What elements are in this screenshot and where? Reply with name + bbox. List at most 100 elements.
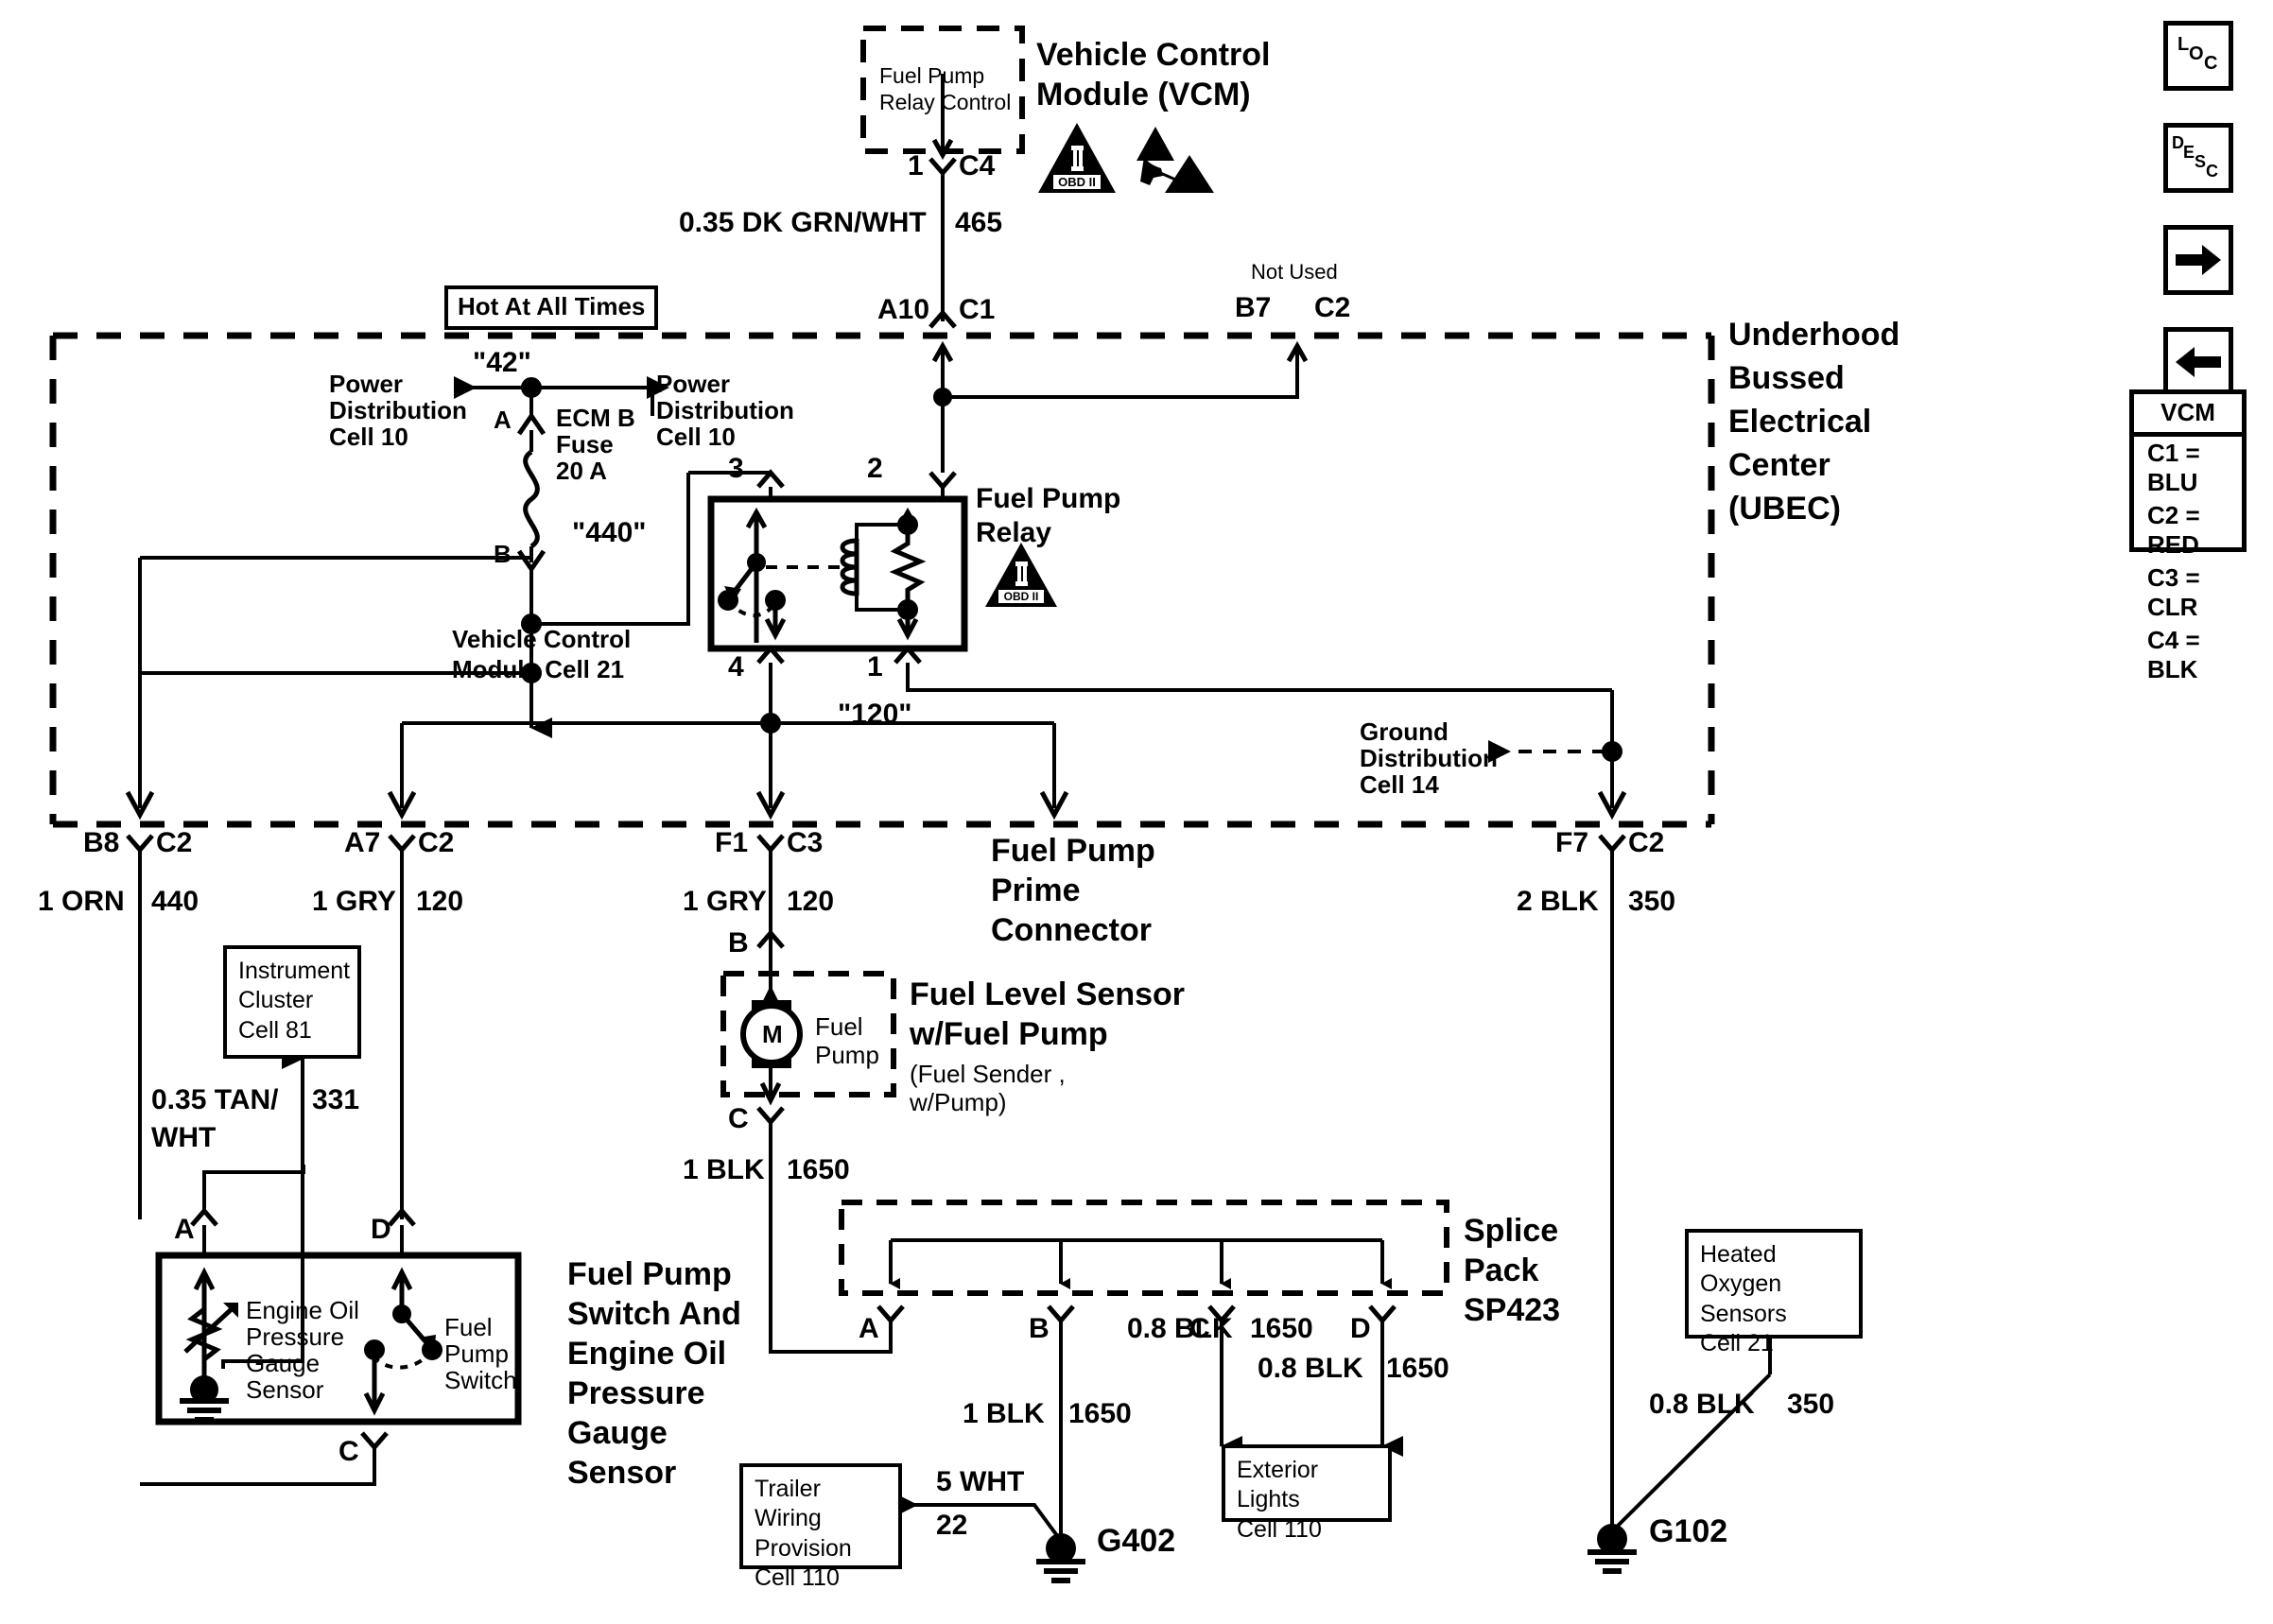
trailer-wiring-line1: Trailer Wiring (755, 1476, 822, 1532)
vcm-cell21-line2: Module Cell 21 (452, 655, 625, 683)
desc-button[interactable]: D E S C (2163, 123, 2233, 193)
splice-pack-line1: Splice (1464, 1213, 1559, 1249)
c2-connector-label-top: C2 (1314, 292, 1351, 323)
fuel-level-sensor-pin-b: B (728, 927, 749, 959)
relay-pin-2-label: 2 (867, 453, 883, 484)
ground-g102-label: G102 (1649, 1513, 1728, 1549)
splice-120-label: "120" (838, 699, 912, 730)
splice-42-label: "42" (473, 347, 531, 378)
relay-name-line2: Relay (976, 517, 1052, 548)
wire-f7-number: 350 (1628, 886, 1676, 917)
c1-connector-label: C1 (959, 294, 996, 325)
fuse-pin-a-label: A (494, 406, 512, 434)
loc-button[interactable]: L O C (2163, 21, 2233, 91)
oil-pressure-sensor-line3: Gauge (246, 1349, 321, 1377)
ubec-name-line1: Underhood (1728, 317, 1900, 353)
tan-wht-wire-line2: WHT (151, 1122, 217, 1153)
fuse-rating-label: 20 A (556, 457, 607, 485)
fp-switch-pin-a: A (174, 1214, 195, 1245)
vcm-legend-row-c3: C3 = CLR (2147, 563, 2200, 621)
splice-pin-d: D (1350, 1313, 1371, 1344)
svg-text:O: O (2189, 43, 2204, 64)
fuel-pump-switch-line2: Pump (444, 1339, 509, 1368)
vcm-legend-row-c4: C4 = BLK (2147, 626, 2200, 683)
vcm-title-line2: Module (VCM) (1036, 77, 1251, 112)
svg-text:L: L (2178, 34, 2189, 55)
o2-wire-spec: 0.8 BLK (1649, 1389, 1755, 1420)
fuel-level-sensor-sub-line1: (Fuel Sender , (910, 1060, 1066, 1088)
fuse-name-line1: ECM B (556, 404, 635, 432)
ground-dist-line1: Ground (1360, 717, 1449, 746)
splice-440-label: "440" (572, 517, 647, 548)
vcm-pin-number: 1 (908, 150, 924, 181)
fp-switch-pin-c: C (338, 1436, 359, 1467)
svg-text:OBD II: OBD II (1004, 590, 1039, 603)
splice-pack-line3: SP423 (1464, 1292, 1561, 1328)
a10-pin-label: A10 (877, 294, 930, 325)
ground-g402-label: G402 (1097, 1523, 1176, 1559)
instrument-cluster-line3: Cell 81 (238, 1016, 312, 1044)
prime-connector-line3: Connector (991, 912, 1152, 948)
exterior-lights-cell-box: Exterior Lights Cell 110 (1222, 1444, 1392, 1543)
relay-pin-3-label: 3 (728, 453, 744, 484)
heated-oxygen-cell-box: Heated Oxygen Sensors Cell 21 (1685, 1229, 1863, 1356)
splice-wire-b-number: 1650 (1068, 1398, 1132, 1429)
arrow-right-icon (2176, 245, 2221, 275)
power-dist-left-line2: Distribution (329, 396, 467, 424)
wire-f7-spec: 2 BLK (1517, 886, 1599, 917)
wire-f1-number: 120 (787, 886, 835, 917)
connector-a7-conn: C2 (418, 827, 455, 858)
heated-o2-line3: Cell 21 (1700, 1329, 1774, 1356)
vcm-wire-number: 465 (955, 207, 1003, 238)
connector-b8-conn: C2 (156, 827, 193, 858)
ground-dist-line3: Cell 14 (1360, 770, 1439, 799)
tan-wht-wire-line1: 0.35 TAN/ (151, 1084, 279, 1115)
fp-switch-title-line5: Gauge (567, 1415, 668, 1451)
fp-switch-title-line6: Sensor (567, 1455, 677, 1491)
fuel-level-sensor-sub-line2: w/Pump) (910, 1088, 1007, 1116)
heated-o2-line2: Sensors (1700, 1300, 1787, 1327)
fuel-level-sensor-title-line2: w/Fuel Pump (910, 1016, 1108, 1052)
splice-pack-line2: Pack (1464, 1253, 1539, 1288)
relay-pin-1-label: 1 (867, 651, 883, 682)
fp-switch-title-line4: Pressure (567, 1375, 705, 1411)
instrument-cluster-line2: Cluster (238, 987, 314, 1014)
fp-switch-pin-d: D (371, 1214, 391, 1245)
splice-wire-d-number: 1650 (1386, 1353, 1449, 1384)
svg-text:S: S (2195, 152, 2206, 171)
obd-ii-badge-vcm: OBD II (1038, 123, 1116, 193)
ground-dist-line2: Distribution (1360, 744, 1498, 772)
instrument-cluster-line1: Instrument (238, 958, 351, 984)
exterior-lights-line1: Exterior Lights (1237, 1457, 1319, 1513)
fuse-pin-b-label: B (494, 540, 512, 568)
power-dist-left-line1: Power (329, 370, 404, 398)
prev-page-button[interactable] (2163, 327, 2233, 397)
splice-wire-c-spec: 0.8 BLK (1127, 1313, 1233, 1344)
vcm-cell21-line1: Vehicle Control (452, 625, 632, 653)
fuel-pump-switch-line3: Switch (444, 1366, 517, 1394)
fp-switch-title-line2: Switch And (567, 1296, 741, 1332)
vcm-connector-legend: VCM C1 = BLU C2 = RED C3 = CLR C4 = BLK (2129, 389, 2247, 683)
heated-o2-line1: Heated Oxygen (1700, 1241, 1782, 1298)
prime-connector-line1: Fuel Pump (991, 833, 1155, 869)
fuel-pump-inner-line1: Fuel (815, 1012, 863, 1041)
trailer-wiring-cell-box: Trailer Wiring Provision Cell 110 (739, 1463, 902, 1591)
trailer-wiring-line3: Cell 110 (755, 1564, 840, 1591)
wire-f1-spec: 1 GRY (683, 886, 767, 917)
not-used-label: Not Used (1251, 260, 1338, 284)
ubec-name-line5: (UBEC) (1728, 491, 1841, 527)
fp-switch-title-line1: Fuel Pump (567, 1256, 732, 1292)
fuel-pump-switch-line1: Fuel (444, 1313, 493, 1341)
fuel-pump-blk-wire-number: 1650 (787, 1154, 850, 1185)
obd-ii-badge-relay: OBD II (985, 543, 1057, 607)
arrow-left-icon (2176, 347, 2221, 377)
tan-wht-wire-number: 331 (312, 1084, 360, 1115)
next-page-button[interactable] (2163, 225, 2233, 295)
trailer-wire-spec: 5 WHT (936, 1466, 1025, 1497)
svg-text:E: E (2183, 143, 2195, 162)
prime-connector-line2: Prime (991, 872, 1081, 908)
fuel-level-sensor-title-line1: Fuel Level Sensor (910, 976, 1185, 1012)
power-dist-right-line1: Power (656, 370, 731, 398)
power-dist-right-line2: Distribution (656, 396, 794, 424)
connector-f7-pin: F7 (1555, 827, 1589, 858)
